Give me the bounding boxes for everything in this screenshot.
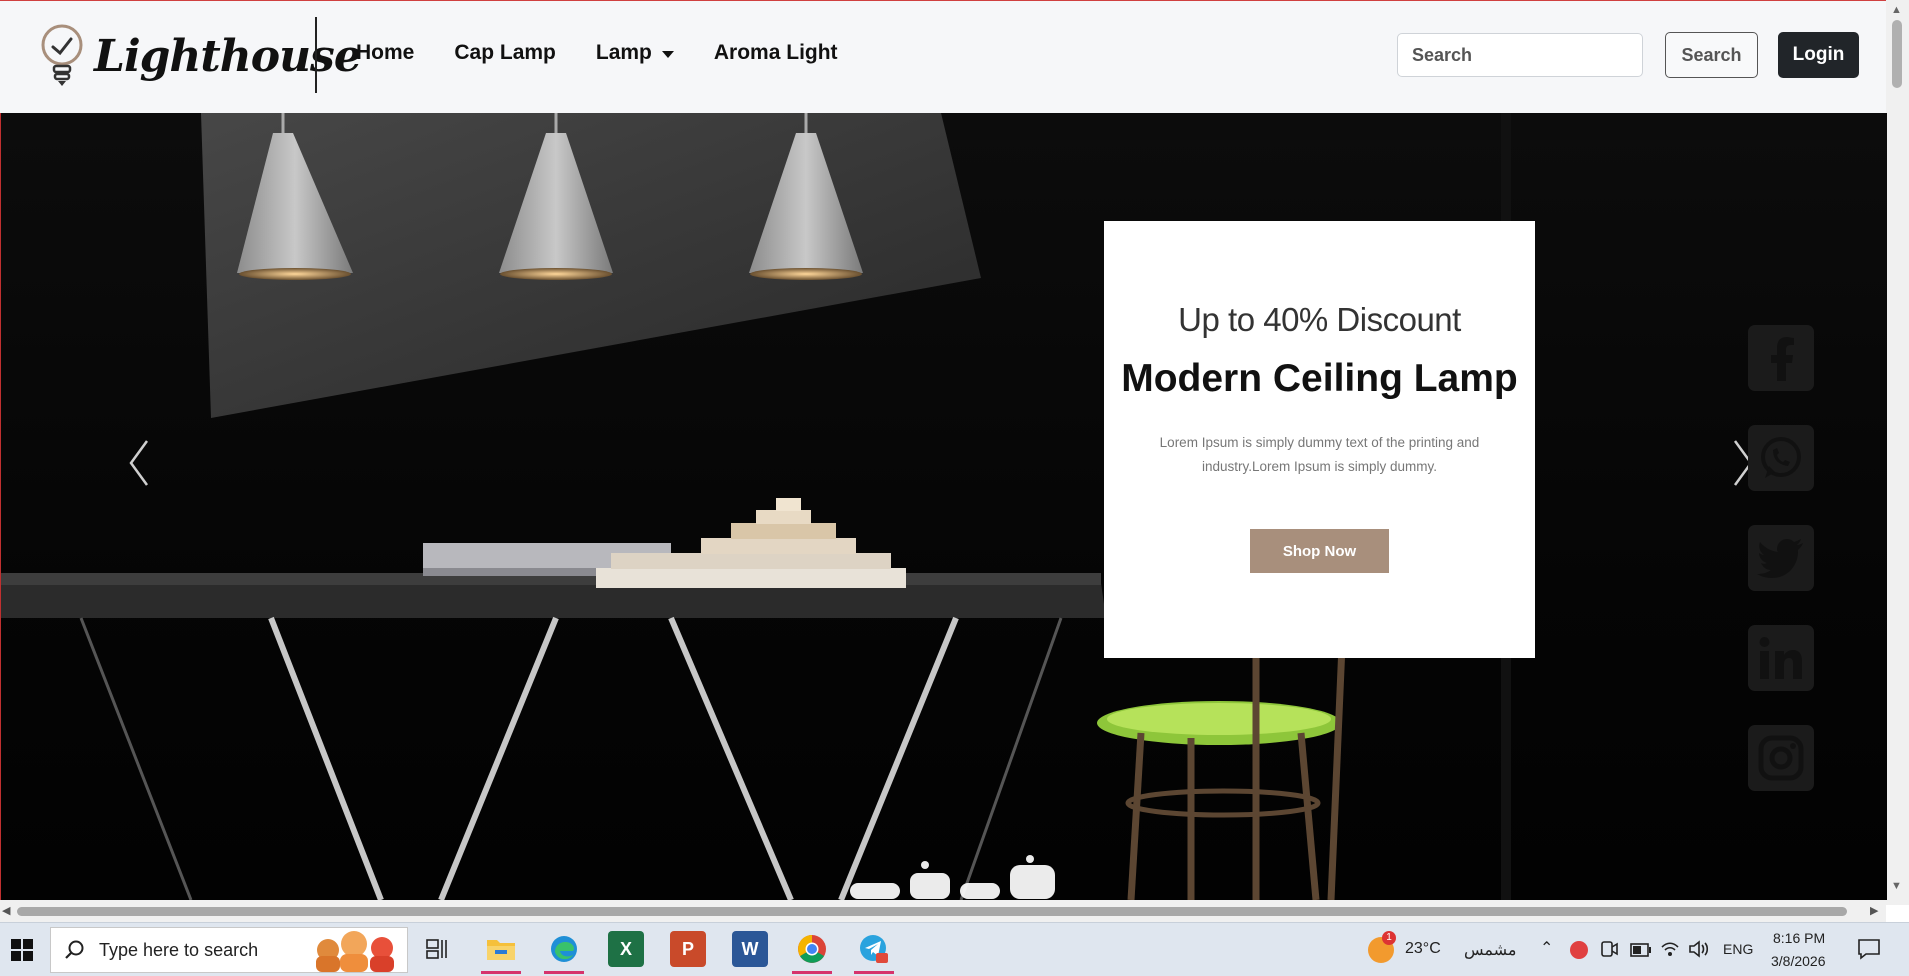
nav-lamp-dropdown[interactable]: Lamp: [596, 41, 674, 65]
hero-background-image: [1, 113, 1511, 900]
promo-discount: Up to 40% Discount: [1178, 301, 1461, 338]
facebook-icon[interactable]: [1748, 325, 1814, 391]
main-nav: Home Cap Lamp Lamp Aroma Light: [356, 41, 878, 65]
promo-card: Up to 40% Discount Modern Ceiling Lamp L…: [1104, 221, 1535, 658]
file-explorer-active-indicator: [481, 971, 521, 974]
search-button[interactable]: Search: [1665, 32, 1758, 78]
scroll-left-icon[interactable]: ◀: [2, 904, 10, 917]
vertical-scroll-thumb[interactable]: [1892, 20, 1902, 88]
volume-icon[interactable]: [1688, 939, 1710, 959]
search-icon: [65, 940, 84, 959]
scroll-up-icon[interactable]: ▲: [1891, 4, 1902, 16]
watermark-logo: [850, 855, 1055, 899]
login-button[interactable]: Login: [1778, 32, 1859, 78]
word-icon[interactable]: W: [732, 931, 768, 967]
search-highlight-image: [316, 931, 394, 972]
instagram-icon[interactable]: [1748, 725, 1814, 791]
weather-condition[interactable]: مشمس: [1464, 940, 1517, 960]
edge-icon[interactable]: [546, 931, 582, 967]
battery-icon[interactable]: [1630, 943, 1652, 957]
site-header: Lighthouse Home Cap Lamp Lamp Aroma Ligh…: [0, 0, 1886, 113]
show-hidden-icons-icon[interactable]: ⌃: [1540, 938, 1553, 958]
nav-lamp-label: Lamp: [595, 41, 652, 64]
scroll-right-icon[interactable]: ▶: [1870, 904, 1878, 917]
search-input[interactable]: [1397, 33, 1643, 77]
nav-cap-lamp[interactable]: Cap Lamp: [454, 41, 556, 65]
whatsapp-icon[interactable]: [1748, 425, 1814, 491]
carousel-prev-icon[interactable]: [119, 433, 159, 493]
nav-aroma-light[interactable]: Aroma Light: [714, 41, 838, 65]
chrome-active-indicator: [792, 971, 832, 974]
input-language[interactable]: ENG: [1723, 941, 1753, 957]
file-explorer-icon[interactable]: [483, 931, 519, 967]
edge-active-indicator: [544, 971, 584, 974]
windows-start-icon[interactable]: [0, 923, 44, 976]
lightbulb-icon: [41, 24, 83, 86]
hero-carousel: Up to 40% Discount Modern Ceiling Lamp L…: [0, 113, 1887, 900]
powerpoint-icon[interactable]: P: [670, 931, 706, 967]
telegram-icon[interactable]: [856, 931, 892, 967]
promo-description: Lorem Ipsum is simply dummy text of the …: [1159, 435, 1480, 474]
linkedin-icon[interactable]: [1748, 625, 1814, 691]
brand-logo[interactable]: Lighthouse: [38, 21, 362, 91]
wifi-icon[interactable]: [1660, 939, 1680, 959]
vertical-scrollbar[interactable]: ▲ ▼: [1886, 0, 1909, 905]
telegram-active-indicator: [854, 971, 894, 974]
header-divider: [315, 17, 317, 93]
windows-taskbar: Type here to search X P W 1 23°C مشمس ⌃ …: [0, 922, 1909, 976]
brand-name: Lighthouse: [94, 30, 362, 82]
weather-temperature[interactable]: 23°C: [1405, 940, 1441, 958]
clock-time[interactable]: 8:16 PM: [1773, 930, 1825, 946]
notifications-icon[interactable]: [1857, 938, 1881, 960]
shop-now-button[interactable]: Shop Now: [1250, 529, 1389, 573]
chrome-icon[interactable]: [794, 931, 830, 967]
taskbar-search-placeholder: Type here to search: [99, 939, 259, 960]
promo-title: Modern Ceiling Lamp: [1121, 357, 1518, 400]
excel-icon[interactable]: X: [608, 931, 644, 967]
weather-badge: 1: [1382, 931, 1396, 945]
tray-app-icon[interactable]: [1570, 941, 1588, 959]
taskbar-search-box[interactable]: Type here to search: [50, 927, 408, 973]
nav-home[interactable]: Home: [356, 41, 414, 65]
caret-down-icon: [661, 50, 674, 58]
twitter-icon[interactable]: [1748, 525, 1814, 591]
task-view-icon[interactable]: [420, 931, 456, 967]
social-links: [1748, 325, 1814, 825]
meet-now-icon[interactable]: [1600, 940, 1618, 960]
clock-date[interactable]: 3/8/2026: [1771, 953, 1826, 969]
scroll-down-icon[interactable]: ▼: [1891, 880, 1902, 892]
